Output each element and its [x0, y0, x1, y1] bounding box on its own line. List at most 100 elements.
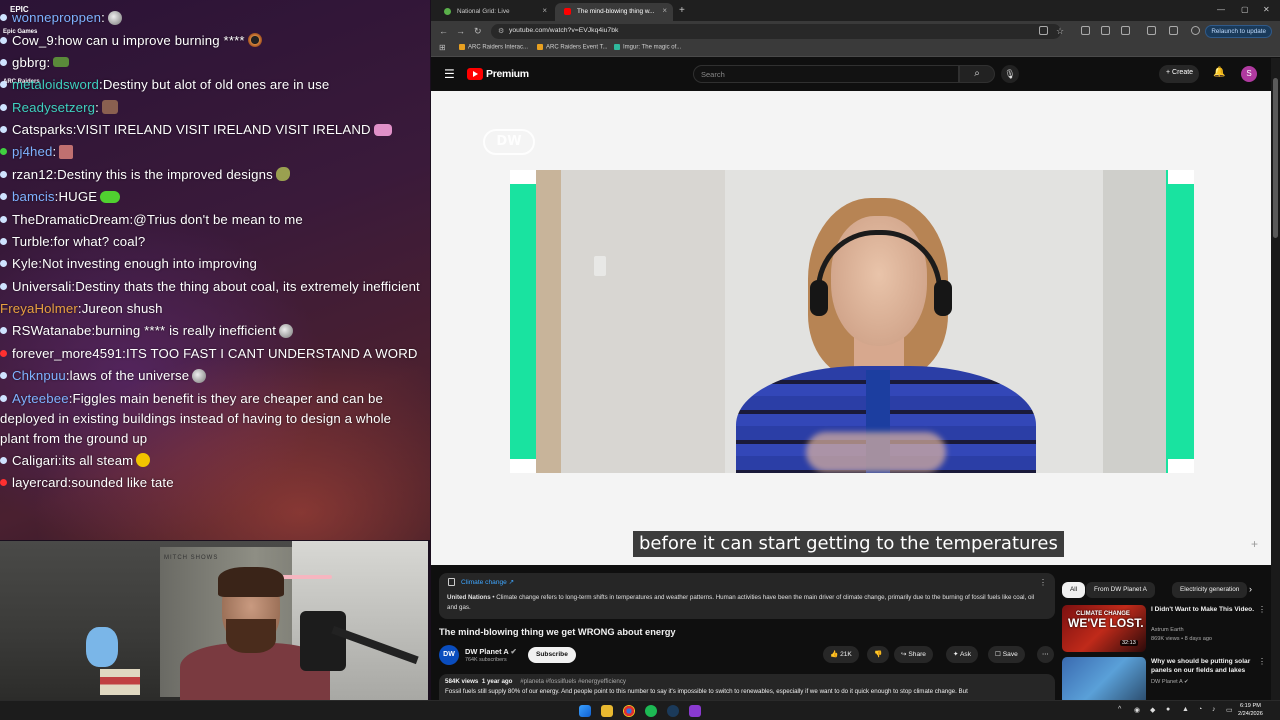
chat-username[interactable]: Turble	[12, 234, 50, 249]
add-icon[interactable]: +	[1251, 537, 1258, 551]
chat-username[interactable]: RSWatanabe	[12, 323, 91, 338]
reload-icon[interactable]: ↻	[474, 26, 482, 37]
chip-electricity-generation[interactable]: Electricity generation	[1172, 582, 1248, 598]
network-icon[interactable]: ◔	[1198, 706, 1202, 713]
new-tab-button[interactable]: +	[675, 3, 691, 21]
steam-icon[interactable]	[667, 705, 679, 717]
relaunch-to-update-button[interactable]: Relaunch to update	[1205, 25, 1272, 38]
close-window-icon[interactable]: ✕	[1263, 5, 1270, 14]
downloads-icon[interactable]	[1169, 26, 1178, 35]
chat-username[interactable]: metaloidsword	[12, 77, 99, 92]
recommended-video[interactable]: CLIMATE CHANGE WE'VE LOST. 32:13 I Didn'…	[1062, 605, 1272, 655]
dislike-button[interactable]: 👎	[867, 646, 890, 663]
notifications-bell-icon[interactable]: 🔔	[1213, 67, 1225, 78]
chat-username[interactable]: TheDramaticDream	[12, 212, 129, 227]
bookmark-item[interactable]: Imgur: The magic of...	[614, 44, 681, 51]
more-options-icon[interactable]: ⋮	[1258, 605, 1266, 614]
volume-icon[interactable]: ♪	[1212, 706, 1216, 713]
back-icon[interactable]: ←	[439, 26, 448, 36]
profile-icon[interactable]	[1191, 26, 1200, 35]
chevron-right-icon[interactable]: ›	[1249, 584, 1252, 594]
address-bar[interactable]: ⚙ youtube.com/watch?v=EVJkq4iu7bk	[491, 24, 1061, 39]
chat-username[interactable]: wonneproppen	[12, 10, 101, 25]
chat-username[interactable]: Ayteebee	[12, 391, 69, 406]
tray-app-icon[interactable]: ◆	[1150, 706, 1155, 714]
create-button[interactable]: + Create	[1159, 65, 1199, 83]
file-explorer-icon[interactable]	[601, 705, 613, 717]
bookmark-star-icon[interactable]: ☆	[1056, 26, 1064, 37]
chip-all[interactable]: All	[1062, 582, 1086, 598]
chat-username[interactable]: gbbrg	[12, 55, 46, 70]
app-icon[interactable]	[689, 705, 701, 717]
chat-username[interactable]: bamcis	[12, 189, 55, 204]
tab-youtube-video[interactable]: The mind-blowing thing w... ×	[555, 3, 673, 21]
extension-icon[interactable]	[1081, 26, 1090, 35]
channel-name[interactable]: DW Planet A ✔	[465, 647, 517, 656]
tray-chevron-icon[interactable]: ^	[1118, 706, 1121, 713]
description-box[interactable]: 584K views 1 year ago #planeta #fossilfu…	[439, 674, 1055, 700]
chat-username[interactable]: layercard	[12, 475, 68, 490]
close-tab-icon[interactable]: ×	[542, 6, 547, 15]
chat-username[interactable]: pj4hed	[12, 144, 53, 159]
chat-username[interactable]: Universali	[12, 279, 71, 294]
chat-username[interactable]: FreyaHolmer	[0, 301, 78, 316]
more-actions-button[interactable]: ⋯	[1037, 646, 1054, 663]
maximize-icon[interactable]: ▢	[1241, 5, 1249, 14]
search-input[interactable]: Search	[693, 65, 959, 83]
voice-search-button[interactable]: 🎙	[1001, 65, 1019, 83]
chat-username[interactable]: Catsparks	[12, 122, 73, 137]
chip-from-dw-planet-a[interactable]: From DW Planet A	[1086, 582, 1155, 598]
chat-username[interactable]: Kyle	[12, 256, 38, 271]
account-avatar[interactable]: S	[1241, 66, 1257, 82]
chat-username[interactable]: Caligari	[12, 453, 58, 468]
install-app-icon[interactable]	[1039, 26, 1048, 35]
recommended-title[interactable]: I Didn't Want to Make This Video.	[1151, 605, 1261, 614]
bookmark-item[interactable]: ARC Raiders Interac...	[459, 44, 528, 51]
scrollbar-thumb[interactable]	[1273, 78, 1278, 238]
subscribe-button[interactable]: Subscribe	[528, 647, 576, 663]
forward-icon[interactable]: →	[456, 26, 465, 36]
close-tab-icon[interactable]: ×	[662, 6, 667, 15]
chat-username[interactable]: forever_more4591	[12, 346, 122, 361]
tab-national-grid[interactable]: National Grid: Live ×	[435, 3, 553, 21]
chat-username[interactable]: Chknpuu	[12, 368, 66, 383]
menu-icon[interactable]: ☰	[444, 68, 455, 80]
channel-avatar[interactable]: DW	[439, 645, 459, 665]
battery-icon[interactable]: ▭	[1226, 706, 1233, 714]
like-button[interactable]: 👍 21K	[823, 646, 859, 663]
chat-username[interactable]: rzan12	[12, 167, 53, 182]
side-panel-icon[interactable]	[1147, 26, 1156, 35]
more-options-icon[interactable]: ⋮	[1258, 657, 1266, 666]
recommended-channel[interactable]: Astrum Earth	[1151, 627, 1184, 633]
extension-icon[interactable]	[1101, 26, 1110, 35]
tray-app-icon[interactable]: ◉	[1134, 706, 1140, 714]
chat-username[interactable]: Cow_9	[12, 33, 54, 48]
system-clock[interactable]: 6:19 PM 2/24/2026	[1238, 702, 1263, 718]
apps-grid-icon[interactable]: ⊞	[439, 43, 446, 52]
save-button[interactable]: ☐ Save	[988, 646, 1025, 663]
info-panel-climate-change[interactable]: Climate change ↗ ⋮ United Nations • Clim…	[439, 573, 1055, 619]
recommended-video[interactable]: Why we should be putting solar panels on…	[1062, 657, 1272, 700]
ask-button[interactable]: ✦ Ask	[946, 646, 978, 663]
tray-app-icon[interactable]: ●	[1166, 706, 1170, 713]
chrome-icon[interactable]	[623, 705, 635, 717]
page-scrollbar[interactable]	[1271, 58, 1280, 700]
bookmark-item[interactable]: ARC Raiders Event T...	[537, 44, 608, 51]
search-button[interactable]: ⌕	[959, 65, 995, 83]
more-options-icon[interactable]: ⋮	[1039, 578, 1047, 587]
tray-app-icon[interactable]: ▲	[1182, 706, 1189, 713]
spotify-icon[interactable]	[645, 705, 657, 717]
share-button[interactable]: ↪ Share	[894, 646, 933, 663]
minimize-icon[interactable]: —	[1217, 5, 1225, 14]
video-player[interactable]: DW before it can start getting to the te…	[431, 91, 1271, 565]
recommended-channel[interactable]: DW Planet A ✔	[1151, 679, 1189, 685]
hashtags[interactable]: #planeta #fossilfuels #energyefficiency	[520, 678, 626, 685]
recommended-title[interactable]: Why we should be putting solar panels on…	[1151, 657, 1261, 675]
extension-icon[interactable]	[1121, 26, 1130, 35]
video-thumbnail[interactable]: CLIMATE CHANGE WE'VE LOST. 32:13	[1062, 605, 1146, 652]
chat-username[interactable]: Readysetzerg	[12, 100, 95, 115]
site-info-icon[interactable]: ⚙	[498, 27, 504, 35]
info-panel-title[interactable]: Climate change ↗	[461, 578, 514, 586]
start-windows-icon[interactable]	[579, 705, 591, 717]
video-thumbnail[interactable]	[1062, 657, 1146, 700]
